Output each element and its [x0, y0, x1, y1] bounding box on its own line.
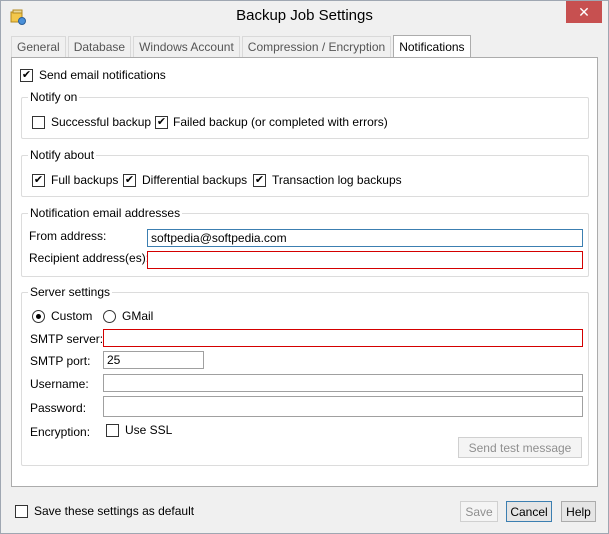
smtp-port-label: SMTP port:	[30, 354, 91, 368]
use-ssl-label: Use SSL	[125, 423, 173, 437]
from-address-label: From address:	[29, 229, 107, 243]
gmail-radio[interactable]	[103, 310, 116, 323]
successful-backup-label: Successful backup	[51, 115, 152, 129]
checkmark-icon: ✔	[156, 116, 167, 128]
server-settings-title: Server settings	[28, 285, 113, 299]
checkmark-icon: ✔	[254, 174, 265, 186]
full-backups-checkbox[interactable]: ✔	[32, 174, 45, 187]
checkmark-icon: ✔	[21, 69, 32, 81]
tab-strip: General Database Windows Account Compres…	[11, 35, 473, 57]
help-button[interactable]: Help	[561, 501, 596, 522]
gmail-radio-label: GMail	[122, 309, 154, 323]
recipient-address-label: Recipient address(es):	[29, 251, 150, 265]
encryption-label: Encryption:	[30, 425, 91, 439]
tab-general[interactable]: General	[11, 36, 66, 57]
username-label: Username:	[30, 377, 89, 391]
notify-on-title: Notify on	[28, 90, 80, 104]
username-input[interactable]	[103, 374, 583, 392]
transaction-log-backups-checkbox[interactable]: ✔	[253, 174, 266, 187]
cancel-button[interactable]: Cancel	[506, 501, 552, 522]
failed-backup-checkbox[interactable]: ✔	[155, 116, 168, 129]
notify-about-title: Notify about	[28, 148, 97, 162]
close-button[interactable]: ✕	[566, 1, 602, 23]
tab-database[interactable]: Database	[67, 36, 132, 57]
tab-compression-encryption[interactable]: Compression / Encryption	[241, 36, 392, 57]
checkmark-icon: ✔	[33, 174, 44, 186]
use-ssl-checkbox[interactable]	[106, 424, 119, 437]
recipient-address-input[interactable]	[147, 251, 583, 269]
window-title: Backup Job Settings	[236, 7, 373, 24]
failed-backup-label: Failed backup (or completed with errors)	[173, 115, 388, 129]
notify-on-group: Notify on Successful backup ✔ Failed bac…	[21, 90, 589, 139]
send-test-message-button[interactable]: Send test message	[458, 437, 582, 458]
differential-backups-checkbox[interactable]: ✔	[123, 174, 136, 187]
backup-job-settings-window: Backup Job Settings ✕ General Database W…	[0, 0, 609, 534]
transaction-log-backups-label: Transaction log backups	[272, 173, 402, 187]
tab-windows-account[interactable]: Windows Account	[133, 36, 240, 57]
checkmark-icon: ✔	[124, 174, 135, 186]
smtp-port-input[interactable]: 25	[103, 351, 204, 369]
successful-backup-checkbox[interactable]	[32, 116, 45, 129]
from-address-input[interactable]: softpedia@softpedia.com	[147, 229, 583, 247]
notifications-panel: ✔ Send email notifications Notify on Suc…	[11, 57, 598, 487]
full-backups-label: Full backups	[51, 173, 119, 187]
send-email-label: Send email notifications	[39, 68, 166, 82]
notify-about-group: Notify about ✔ Full backups ✔ Differenti…	[21, 148, 589, 197]
save-button[interactable]: Save	[460, 501, 498, 522]
tab-notifications[interactable]: Notifications	[393, 35, 471, 57]
save-default-checkbox[interactable]	[15, 505, 28, 518]
save-default-label: Save these settings as default	[34, 504, 195, 518]
email-addresses-title: Notification email addresses	[28, 206, 183, 220]
custom-radio-label: Custom	[51, 309, 93, 323]
title-bar[interactable]: Backup Job Settings ✕	[1, 1, 608, 33]
email-addresses-group: Notification email addresses From addres…	[21, 206, 589, 277]
password-label: Password:	[30, 401, 87, 415]
send-email-checkbox[interactable]: ✔	[20, 69, 33, 82]
server-settings-group: Server settings Custom GMail SMTP server…	[21, 285, 589, 466]
custom-radio[interactable]	[32, 310, 45, 323]
differential-backups-label: Differential backups	[142, 173, 248, 187]
smtp-server-input[interactable]	[103, 329, 583, 347]
close-icon: ✕	[578, 3, 590, 20]
password-input[interactable]	[103, 396, 583, 417]
smtp-server-label: SMTP server:	[30, 332, 104, 346]
